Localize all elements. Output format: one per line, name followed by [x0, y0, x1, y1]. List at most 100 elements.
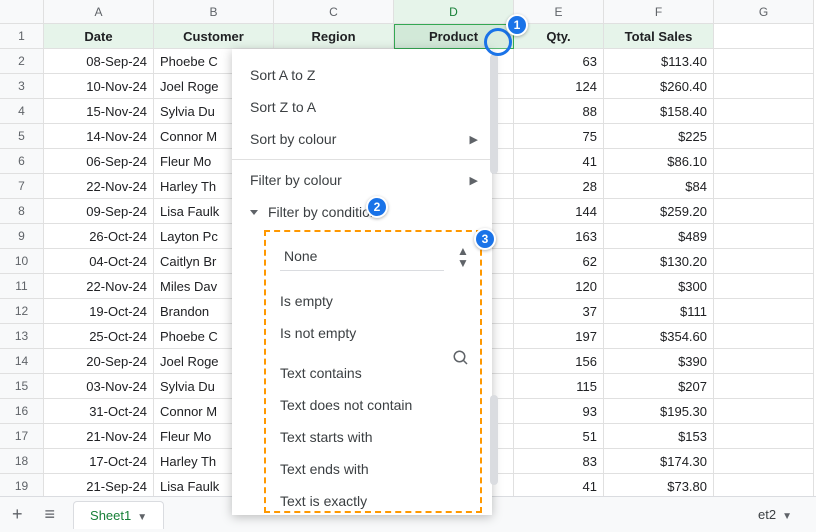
row-header[interactable]: 8 — [0, 199, 44, 224]
panel-scrollbar-thumb[interactable] — [490, 54, 498, 174]
cond-opt-text-exactly[interactable]: Text is exactly — [266, 485, 480, 511]
cell-qty[interactable]: 83 — [514, 449, 604, 474]
empty-cell[interactable] — [714, 274, 814, 299]
cell-total[interactable]: $84 — [604, 174, 714, 199]
tab-sheet2[interactable]: et2▼ — [742, 501, 808, 528]
cell-total[interactable]: $259.20 — [604, 199, 714, 224]
empty-cell[interactable] — [714, 174, 814, 199]
cell-qty[interactable]: 115 — [514, 374, 604, 399]
cell-total[interactable]: $260.40 — [604, 74, 714, 99]
cell-total[interactable]: $390 — [604, 349, 714, 374]
empty-cell[interactable] — [714, 149, 814, 174]
select-all-corner[interactable] — [0, 0, 44, 24]
cell-total[interactable]: $113.40 — [604, 49, 714, 74]
cell-total[interactable]: $174.30 — [604, 449, 714, 474]
col-header-A[interactable]: A — [44, 0, 154, 24]
cell-date[interactable]: 21-Nov-24 — [44, 424, 154, 449]
cell-qty[interactable]: 28 — [514, 174, 604, 199]
cell-date[interactable]: 09-Sep-24 — [44, 199, 154, 224]
empty-cell[interactable] — [714, 249, 814, 274]
row-header[interactable]: 12 — [0, 299, 44, 324]
empty-cell[interactable] — [714, 49, 814, 74]
cell-date[interactable]: 19-Oct-24 — [44, 299, 154, 324]
filter-by-colour[interactable]: Filter by colour▶ — [232, 164, 492, 196]
empty-cell[interactable] — [714, 399, 814, 424]
cond-opt-text-not-contain[interactable]: Text does not contain — [266, 389, 480, 421]
panel-scrollbar-thumb[interactable] — [490, 395, 498, 485]
cell-qty[interactable]: 120 — [514, 274, 604, 299]
header-region[interactable]: Region — [274, 24, 394, 49]
cell-qty[interactable]: 197 — [514, 324, 604, 349]
row-header[interactable]: 7 — [0, 174, 44, 199]
cell-total[interactable]: $225 — [604, 124, 714, 149]
cond-opt-is-not-empty[interactable]: Is not empty — [266, 317, 480, 349]
empty-cell[interactable] — [714, 449, 814, 474]
cell-date[interactable]: 10-Nov-24 — [44, 74, 154, 99]
cell-qty[interactable]: 88 — [514, 99, 604, 124]
cell-date[interactable]: 31-Oct-24 — [44, 399, 154, 424]
empty-cell[interactable] — [714, 24, 814, 49]
row-header[interactable]: 14 — [0, 349, 44, 374]
empty-cell[interactable] — [714, 124, 814, 149]
col-header-C[interactable]: C — [274, 0, 394, 24]
add-sheet-button[interactable]: + — [8, 504, 27, 525]
cell-total[interactable]: $489 — [604, 224, 714, 249]
row-header[interactable]: 2 — [0, 49, 44, 74]
empty-cell[interactable] — [714, 299, 814, 324]
col-header-D[interactable]: D — [394, 0, 514, 24]
cell-date[interactable]: 20-Sep-24 — [44, 349, 154, 374]
empty-cell[interactable] — [714, 374, 814, 399]
header-customer[interactable]: Customer — [154, 24, 274, 49]
cell-total[interactable]: $153 — [604, 424, 714, 449]
cell-total[interactable]: $195.30 — [604, 399, 714, 424]
header-total[interactable]: Total Sales — [604, 24, 714, 49]
cell-total[interactable]: $86.10 — [604, 149, 714, 174]
col-header-B[interactable]: B — [154, 0, 274, 24]
cond-opt-text-starts[interactable]: Text starts with — [266, 421, 480, 453]
cell-date[interactable]: 04-Oct-24 — [44, 249, 154, 274]
cell-date[interactable]: 15-Nov-24 — [44, 99, 154, 124]
empty-cell[interactable] — [714, 99, 814, 124]
cell-total[interactable]: $354.60 — [604, 324, 714, 349]
row-header[interactable]: 17 — [0, 424, 44, 449]
cell-date[interactable]: 22-Nov-24 — [44, 274, 154, 299]
cell-date[interactable]: 08-Sep-24 — [44, 49, 154, 74]
cell-date[interactable]: 17-Oct-24 — [44, 449, 154, 474]
tab-dropdown-icon[interactable]: ▼ — [137, 512, 147, 523]
cell-total[interactable]: $130.20 — [604, 249, 714, 274]
empty-cell[interactable] — [714, 199, 814, 224]
cell-qty[interactable]: 62 — [514, 249, 604, 274]
cell-qty[interactable]: 93 — [514, 399, 604, 424]
cond-opt-is-empty[interactable]: Is empty — [266, 285, 480, 317]
sort-by-colour[interactable]: Sort by colour▶ — [232, 123, 492, 155]
cell-total[interactable]: $300 — [604, 274, 714, 299]
cell-qty[interactable]: 75 — [514, 124, 604, 149]
cell-qty[interactable]: 63 — [514, 49, 604, 74]
row-header[interactable]: 15 — [0, 374, 44, 399]
all-sheets-button[interactable]: ≡ — [41, 504, 60, 525]
cell-date[interactable]: 06-Sep-24 — [44, 149, 154, 174]
tab-sheet1[interactable]: Sheet1▼ — [73, 501, 164, 529]
filter-by-condition[interactable]: Filter by condition — [232, 196, 492, 228]
row-header[interactable]: 6 — [0, 149, 44, 174]
cell-qty[interactable]: 156 — [514, 349, 604, 374]
select-updown-icon[interactable]: ▲▼ — [452, 246, 474, 268]
row-header[interactable]: 18 — [0, 449, 44, 474]
row-header[interactable]: 1 — [0, 24, 44, 49]
row-header[interactable]: 11 — [0, 274, 44, 299]
search-icon[interactable] — [452, 349, 470, 367]
row-header[interactable]: 13 — [0, 324, 44, 349]
col-header-F[interactable]: F — [604, 0, 714, 24]
cell-qty[interactable]: 51 — [514, 424, 604, 449]
empty-cell[interactable] — [714, 324, 814, 349]
sort-a-to-z[interactable]: Sort A to Z — [232, 59, 492, 91]
row-header[interactable]: 16 — [0, 399, 44, 424]
cell-date[interactable]: 03-Nov-24 — [44, 374, 154, 399]
row-header[interactable]: 5 — [0, 124, 44, 149]
cond-opt-text-contains[interactable]: Text contains — [266, 357, 480, 389]
cell-qty[interactable]: 144 — [514, 199, 604, 224]
cell-date[interactable]: 25-Oct-24 — [44, 324, 154, 349]
row-header[interactable]: 10 — [0, 249, 44, 274]
cell-date[interactable]: 22-Nov-24 — [44, 174, 154, 199]
cond-opt-text-ends[interactable]: Text ends with — [266, 453, 480, 485]
